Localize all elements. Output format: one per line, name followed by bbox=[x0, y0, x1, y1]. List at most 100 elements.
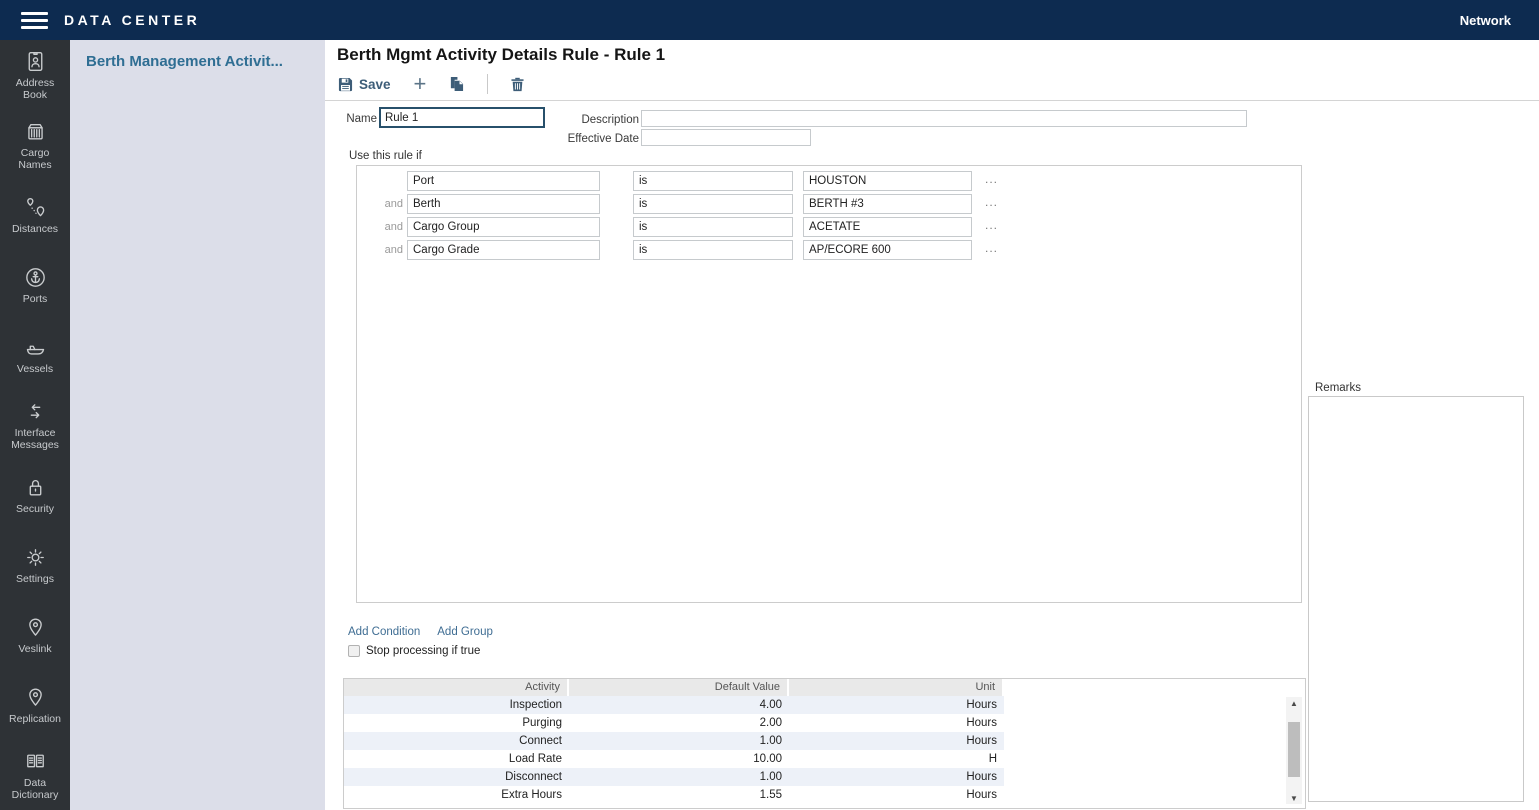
condition-field-input[interactable] bbox=[407, 240, 600, 260]
condition-row: and ... bbox=[357, 194, 1301, 217]
activity-table-header: Activity Default Value Unit bbox=[344, 679, 1305, 696]
lock-icon bbox=[23, 475, 48, 500]
condition-more-button[interactable]: ... bbox=[985, 172, 998, 186]
cell-unit: Hours bbox=[789, 768, 1004, 786]
condition-more-button[interactable]: ... bbox=[985, 195, 998, 209]
sidebar-item-security[interactable]: Security bbox=[0, 460, 70, 530]
add-condition-link[interactable]: Add Condition bbox=[348, 626, 420, 638]
condition-more-button[interactable]: ... bbox=[985, 218, 998, 232]
cell-unit: Hours bbox=[789, 786, 1004, 804]
list-panel-title[interactable]: Berth Management Activit... bbox=[70, 40, 325, 70]
table-row[interactable]: Extra Hours 1.55 Hours bbox=[344, 786, 1004, 804]
table-row[interactable]: Purging 2.00 Hours bbox=[344, 714, 1004, 732]
sidebar-item-distances[interactable]: Distances bbox=[0, 180, 70, 250]
table-scrollbar[interactable]: ▲ ▼ bbox=[1286, 697, 1302, 804]
condition-operator-input[interactable] bbox=[633, 240, 793, 260]
network-link[interactable]: Network bbox=[1460, 13, 1511, 28]
add-button[interactable]: + bbox=[414, 74, 427, 94]
cell-default-value: 10.00 bbox=[569, 750, 789, 768]
sidebar-item-label: Distances bbox=[12, 223, 58, 235]
cell-default-value: 1.00 bbox=[569, 732, 789, 750]
cell-activity: Connect bbox=[344, 732, 569, 750]
sidebar-item-vessels[interactable]: Vessels bbox=[0, 320, 70, 390]
trash-icon bbox=[511, 77, 524, 92]
condition-builder: ... and ... and ... and ... bbox=[356, 165, 1302, 603]
condition-value-input[interactable] bbox=[803, 194, 972, 214]
sidebar-item-cargo-names[interactable]: Cargo Names bbox=[0, 110, 70, 180]
condition-row: ... bbox=[357, 171, 1301, 194]
column-header-activity[interactable]: Activity bbox=[344, 679, 567, 696]
condition-value-input[interactable] bbox=[803, 171, 972, 191]
menu-icon[interactable] bbox=[21, 12, 48, 29]
condition-field-input[interactable] bbox=[407, 171, 600, 191]
map-pin-icon bbox=[23, 685, 48, 710]
cell-unit: H bbox=[789, 750, 1004, 768]
condition-value-input[interactable] bbox=[803, 217, 972, 237]
sidebar-item-ports[interactable]: Ports bbox=[0, 250, 70, 320]
table-row[interactable]: Inspection 4.00 Hours bbox=[344, 696, 1004, 714]
sidebar-item-settings[interactable]: Settings bbox=[0, 530, 70, 600]
condition-field-input[interactable] bbox=[407, 217, 600, 237]
effective-date-input[interactable] bbox=[641, 129, 811, 146]
condition-operator-input[interactable] bbox=[633, 171, 793, 191]
cell-activity: Purging bbox=[344, 714, 569, 732]
table-row[interactable]: Load Rate 10.00 H bbox=[344, 750, 1004, 768]
sidebar-item-label: Vessels bbox=[17, 363, 53, 375]
condition-more-button[interactable]: ... bbox=[985, 241, 998, 255]
cargo-drum-icon bbox=[23, 119, 48, 144]
add-group-link[interactable]: Add Group bbox=[437, 626, 493, 638]
delete-button[interactable] bbox=[511, 77, 524, 92]
table-row[interactable]: Connect 1.00 Hours bbox=[344, 732, 1004, 750]
save-button[interactable]: Save bbox=[338, 77, 391, 92]
column-header-default-value[interactable]: Default Value bbox=[569, 679, 787, 696]
sidebar-item-address-book[interactable]: Address Book bbox=[0, 40, 70, 110]
name-label: Name bbox=[331, 113, 377, 125]
sidebar-item-interface-messages[interactable]: Interface Messages bbox=[0, 390, 70, 460]
sidebar-item-data-dictionary[interactable]: Data Dictionary bbox=[0, 740, 70, 810]
scrollbar-up-arrow[interactable]: ▲ bbox=[1286, 699, 1302, 708]
cell-unit: Hours bbox=[789, 696, 1004, 714]
builder-links: Add Condition Add Group bbox=[348, 626, 493, 638]
app-title: DATA CENTER bbox=[64, 12, 200, 28]
scrollbar-down-arrow[interactable]: ▼ bbox=[1286, 794, 1302, 803]
remarks-textarea[interactable] bbox=[1308, 396, 1524, 802]
cell-unit: Hours bbox=[789, 732, 1004, 750]
sidebar-item-label: Interface Messages bbox=[4, 427, 66, 451]
stop-processing-row: Stop processing if true bbox=[348, 645, 480, 657]
sidebar-item-veslink[interactable]: Veslink bbox=[0, 600, 70, 670]
condition-value-input[interactable] bbox=[803, 240, 972, 260]
sidebar-item-label: Security bbox=[16, 503, 54, 515]
cell-default-value: 2.00 bbox=[569, 714, 789, 732]
sidebar-item-replication[interactable]: Replication bbox=[0, 670, 70, 740]
remarks-label: Remarks bbox=[1315, 382, 1361, 394]
effective-date-label: Effective Date bbox=[505, 133, 639, 145]
stop-processing-checkbox[interactable] bbox=[348, 645, 360, 657]
table-row[interactable]: Disconnect 1.00 Hours bbox=[344, 768, 1004, 786]
cell-default-value: 4.00 bbox=[569, 696, 789, 714]
page-title: Berth Mgmt Activity Details Rule - Rule … bbox=[337, 45, 665, 65]
conjunction-label: and bbox=[357, 221, 403, 233]
toolbar-divider bbox=[325, 100, 1539, 101]
gear-icon bbox=[23, 545, 48, 570]
activity-table: Activity Default Value Unit Inspection 4… bbox=[343, 678, 1306, 809]
condition-operator-input[interactable] bbox=[633, 194, 793, 214]
sidebar-item-label: Settings bbox=[16, 573, 54, 585]
arrows-exchange-icon bbox=[23, 399, 48, 424]
column-header-unit[interactable]: Unit bbox=[789, 679, 1002, 696]
condition-operator-input[interactable] bbox=[633, 217, 793, 237]
sidebar-item-label: Veslink bbox=[18, 643, 51, 655]
condition-field-input[interactable] bbox=[407, 194, 600, 214]
sidebar-item-label: Data Dictionary bbox=[4, 777, 66, 801]
cell-unit: Hours bbox=[789, 714, 1004, 732]
main-content: Berth Mgmt Activity Details Rule - Rule … bbox=[325, 40, 1539, 810]
cell-activity: Disconnect bbox=[344, 768, 569, 786]
copy-button[interactable] bbox=[449, 76, 464, 92]
description-input[interactable] bbox=[641, 110, 1247, 127]
cell-activity: Extra Hours bbox=[344, 786, 569, 804]
anchor-icon bbox=[23, 265, 48, 290]
conjunction-label: and bbox=[357, 244, 403, 256]
map-pin-icon bbox=[23, 615, 48, 640]
description-label: Description bbox=[505, 114, 639, 126]
stop-processing-label: Stop processing if true bbox=[366, 645, 480, 657]
scrollbar-thumb[interactable] bbox=[1288, 722, 1300, 777]
